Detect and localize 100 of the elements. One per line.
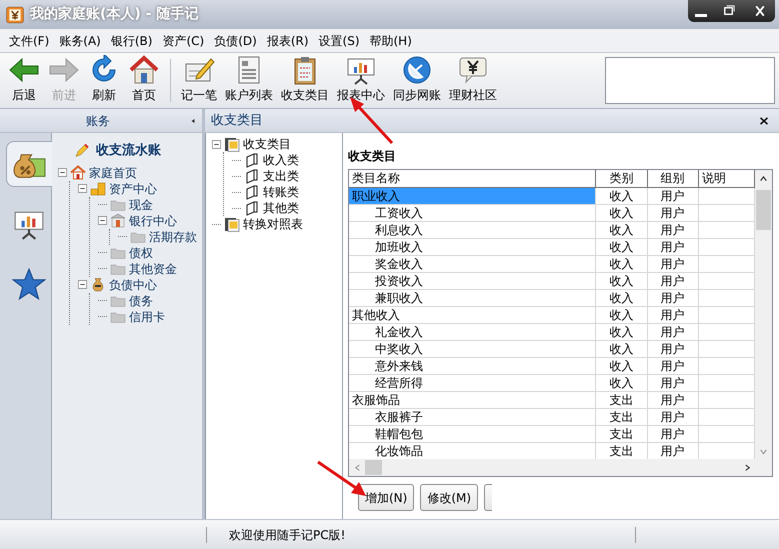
tree-item[interactable]: 收入类 bbox=[263, 151, 299, 169]
table-row[interactable]: 投资收入 收入 用户 bbox=[349, 272, 754, 289]
toolbar-button[interactable]: 账户列表 bbox=[221, 55, 277, 106]
table-cell: 收入 bbox=[596, 272, 648, 289]
satellite-globe-icon bbox=[401, 55, 433, 85]
column-header[interactable]: 类别 bbox=[596, 170, 648, 187]
table-cell: 利息收入 bbox=[349, 221, 596, 238]
table-row[interactable]: 兼职收入 收入 用户 bbox=[349, 289, 754, 306]
table-cell: 奖金收入 bbox=[349, 255, 596, 272]
tree-item[interactable]: 支出类 bbox=[263, 167, 299, 185]
annotation-arrow bbox=[317, 460, 366, 496]
tree-item[interactable]: 资产中心 bbox=[109, 180, 157, 198]
scroll-thumb[interactable] bbox=[365, 460, 382, 475]
table-row[interactable]: 其他收入 收入 用户 bbox=[349, 306, 754, 323]
tree-item[interactable]: 转账类 bbox=[263, 183, 299, 201]
toolbar-button[interactable]: 记一笔 bbox=[177, 55, 221, 106]
table-row[interactable]: 利息收入 收入 用户 bbox=[349, 221, 754, 238]
close-icon bbox=[759, 116, 769, 126]
table-cell: 投资收入 bbox=[349, 272, 596, 289]
status-message: 欢迎使用随手记PC版! bbox=[228, 526, 346, 544]
table-row[interactable]: 礼金收入 收入 用户 bbox=[349, 323, 754, 340]
tree-item[interactable]: 债权 bbox=[129, 244, 153, 262]
toolbar-button[interactable]: 同步网账 bbox=[389, 55, 445, 106]
tree-item[interactable]: 银行中心 bbox=[129, 212, 177, 230]
column-header[interactable]: 说明 bbox=[698, 170, 754, 187]
table-cell: 用户 bbox=[647, 323, 698, 340]
dialog-button[interactable]: 修改(M) bbox=[420, 484, 478, 511]
collapse-icon[interactable] bbox=[58, 168, 67, 177]
minimize-icon[interactable] bbox=[695, 14, 708, 16]
table-cell: 衣服饰品 bbox=[349, 391, 596, 408]
table-cell: 收入 bbox=[596, 357, 648, 374]
pencil-icon bbox=[74, 142, 90, 159]
tree-item[interactable]: 其他资金 bbox=[129, 260, 177, 278]
menu-item[interactable]: 负债(D) bbox=[209, 32, 262, 50]
tree-item[interactable]: 债务 bbox=[129, 292, 153, 310]
table-cell: 用户 bbox=[647, 408, 698, 425]
menu-item[interactable]: 报表(R) bbox=[262, 32, 314, 50]
menu-item[interactable]: 文件(F) bbox=[4, 32, 54, 50]
tree-item[interactable]: 信用卡 bbox=[129, 308, 165, 326]
vertical-scrollbar[interactable] bbox=[755, 170, 772, 459]
collapse-icon[interactable] bbox=[78, 280, 87, 289]
tree-item[interactable]: 活期存款 bbox=[149, 228, 197, 246]
scroll-thumb[interactable] bbox=[756, 190, 771, 230]
menu-item[interactable]: 帮助(H) bbox=[364, 32, 417, 50]
toolbar-button[interactable]: 后退 bbox=[4, 55, 44, 106]
scroll-up-icon bbox=[758, 174, 768, 182]
cut-off-button[interactable] bbox=[484, 484, 492, 511]
table-row[interactable]: 意外来钱 收入 用户 bbox=[349, 357, 754, 374]
table-cell: 用户 bbox=[647, 425, 698, 442]
collapse-icon[interactable] bbox=[212, 140, 221, 148]
blank-page-icon bbox=[244, 152, 260, 168]
table-cell: 收入 bbox=[596, 374, 648, 391]
panel-header: 账务 bbox=[85, 112, 111, 130]
table-cell: 用户 bbox=[647, 238, 698, 255]
table-row[interactable]: 衣服饰品 支出 用户 bbox=[349, 391, 754, 408]
dialog-button[interactable]: 增加(N) bbox=[358, 484, 414, 511]
table-cell: 支出 bbox=[596, 408, 648, 425]
table-row[interactable]: 鞋帽包包 支出 用户 bbox=[349, 425, 754, 442]
tree-item[interactable]: 现金 bbox=[129, 196, 153, 214]
tree-item[interactable]: 收支类目 bbox=[243, 135, 291, 153]
table-row[interactable]: 加班收入 收入 用户 bbox=[349, 238, 754, 255]
table-cell: 礼金收入 bbox=[349, 323, 596, 340]
menu-item[interactable]: 资产(C) bbox=[157, 32, 210, 50]
navigation-title[interactable]: 收支流水账 bbox=[96, 141, 161, 160]
toolbar-button[interactable]: 首页 bbox=[124, 55, 164, 106]
toolbar-button[interactable]: 刷新 bbox=[84, 55, 124, 106]
table-cell: 用户 bbox=[647, 340, 698, 357]
tree-item[interactable]: 其他类 bbox=[263, 199, 299, 217]
collapse-icon[interactable] bbox=[78, 184, 87, 193]
house-icon bbox=[70, 165, 86, 180]
table-cell: 中奖收入 bbox=[349, 340, 596, 357]
table-cell: 用户 bbox=[647, 391, 698, 408]
scroll-left-icon bbox=[354, 463, 360, 472]
menu-item[interactable]: 设置(S) bbox=[314, 32, 364, 50]
tree-item[interactable]: 转换对照表 bbox=[243, 215, 303, 233]
table-row[interactable]: 衣服裤子 支出 用户 bbox=[349, 408, 754, 425]
column-header[interactable]: 组别 bbox=[647, 170, 698, 187]
table-row[interactable]: 奖金收入 收入 用户 bbox=[349, 255, 754, 272]
table-cell: 用户 bbox=[647, 306, 698, 323]
toolbar-button[interactable]: 理财社区 bbox=[445, 55, 501, 106]
tree-item[interactable]: 家庭首页 bbox=[89, 164, 137, 182]
menu-item[interactable]: 账务(A) bbox=[54, 32, 106, 50]
table-cell: 衣服裤子 bbox=[349, 408, 596, 425]
table-row[interactable]: 中奖收入 收入 用户 bbox=[349, 340, 754, 357]
home-icon bbox=[128, 55, 160, 85]
menu-item[interactable]: 银行(B) bbox=[106, 32, 158, 50]
table-row[interactable]: 工资收入 收入 用户 bbox=[349, 204, 754, 221]
collapse-icon[interactable] bbox=[98, 216, 107, 225]
bank-building-icon bbox=[110, 213, 126, 228]
toolbar-button[interactable]: 收支类目 bbox=[277, 55, 333, 106]
sidebar-tab[interactable] bbox=[6, 141, 52, 187]
table-row[interactable]: 职业收入 收入 用户 bbox=[349, 187, 754, 204]
tree-item[interactable]: 负债中心 bbox=[109, 276, 157, 294]
table-cell: 支出 bbox=[596, 391, 648, 408]
horizontal-scrollbar[interactable] bbox=[349, 459, 772, 476]
blank-page-icon bbox=[244, 200, 260, 216]
column-header[interactable]: 类目名称 bbox=[349, 170, 596, 187]
blank-page-icon bbox=[244, 184, 260, 200]
table-row[interactable]: 经营所得 收入 用户 bbox=[349, 374, 754, 391]
table-cell: 意外来钱 bbox=[349, 357, 596, 374]
